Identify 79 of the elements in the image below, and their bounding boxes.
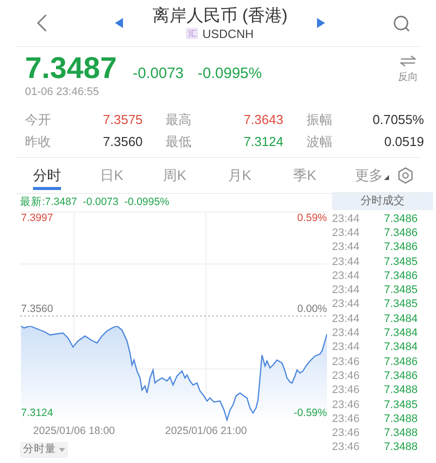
stat-value: 7.3643 <box>244 111 284 130</box>
stat-value: 0.0519 <box>384 133 424 152</box>
trade-price: 7.3486 <box>384 241 418 254</box>
trade-price: 7.3485 <box>384 298 418 312</box>
stat-label: 今开 <box>25 111 51 130</box>
price-change: -0.0073 <box>132 64 184 84</box>
chart-tab[interactable]: 季K <box>293 164 316 190</box>
chart-tab[interactable]: 周K <box>163 164 186 190</box>
axis-label: -0.59% <box>294 406 327 421</box>
swap-icon[interactable] <box>400 55 416 67</box>
trade-price: 7.3486 <box>384 226 418 240</box>
stat-label: 振幅 <box>306 111 332 130</box>
chart-tab[interactable]: 更多 <box>355 164 389 190</box>
trade-price: 7.3486 <box>384 270 418 283</box>
axis-label: 7.3560 <box>21 302 54 317</box>
axis-label: 7.3997 <box>21 211 54 226</box>
trade-time: 23:46 <box>332 412 361 426</box>
trade-time: 23:46 <box>332 356 361 369</box>
stat-value: 7.3560 <box>102 133 143 152</box>
previous-icon[interactable] <box>115 18 123 28</box>
trade-time: 23:44 <box>332 241 361 254</box>
trade-price: 7.3486 <box>384 370 418 383</box>
axis-label: 7.3124 <box>21 406 54 421</box>
trade-price: 7.3486 <box>384 356 418 369</box>
trade-price: 7.3484 <box>384 312 418 326</box>
next-icon[interactable] <box>317 18 325 28</box>
trade-time: 23:46 <box>332 427 361 440</box>
currency-tag: 汇 <box>186 28 198 39</box>
trade-price: 7.3488 <box>384 412 418 426</box>
latest-quote-line: 最新:7.3487 -0.0073 -0.0995% <box>20 195 170 210</box>
trade-price: 7.3485 <box>384 398 418 412</box>
chart-tab[interactable]: 月K <box>228 164 252 190</box>
chart-tab[interactable]: 分时 <box>33 164 61 190</box>
trade-price: 7.3488 <box>384 427 418 440</box>
dropdown-icon <box>59 448 65 452</box>
trade-time: 23:46 <box>332 384 361 398</box>
stat-label: 最高 <box>166 111 192 130</box>
time-axis-label: 2025/01/06 21:00 <box>165 424 247 439</box>
search-icon[interactable] <box>393 14 410 32</box>
stat-label: 最低 <box>166 133 192 152</box>
trade-time: 23:46 <box>332 370 361 383</box>
trade-time: 23:44 <box>332 341 361 354</box>
trade-time: 23:44 <box>332 212 361 226</box>
stat-value: 7.3124 <box>244 133 284 152</box>
trade-time: 23:46 <box>332 441 361 454</box>
stat-value: 7.3575 <box>102 111 143 130</box>
quote-time: 01-06 23:46:55 <box>25 85 100 99</box>
page-title: 离岸人民币 (香港) <box>152 6 288 26</box>
trades-header: 分时成交 <box>332 192 433 210</box>
settings-icon[interactable] <box>397 167 414 184</box>
stat-label: 昨收 <box>25 133 51 152</box>
back-icon[interactable] <box>36 13 48 33</box>
volume-dropdown[interactable]: 分时量 <box>20 442 68 458</box>
stat-value: 0.7055% <box>372 111 424 130</box>
trade-price: 7.3488 <box>384 384 418 398</box>
chart-tab[interactable]: 日K <box>100 164 124 190</box>
trade-time: 23:44 <box>332 312 361 326</box>
reverse-label[interactable]: 反向 <box>398 70 418 85</box>
trade-time: 23:44 <box>332 226 361 240</box>
axis-label: 0.59% <box>297 211 327 226</box>
trade-time: 23:44 <box>332 298 361 312</box>
trade-time: 23:44 <box>332 256 361 269</box>
trade-price: 7.3485 <box>384 284 418 298</box>
percent-change: -0.0995% <box>198 64 262 84</box>
axis-label: 0.00% <box>297 302 327 317</box>
time-axis-label: 2025/01/06 18:00 <box>33 424 115 439</box>
stat-label: 波幅 <box>306 133 332 152</box>
trade-time: 23:44 <box>332 284 361 298</box>
trade-time: 23:44 <box>332 327 361 340</box>
trade-price: 7.3488 <box>384 441 418 454</box>
corner-icon <box>384 175 389 180</box>
symbol-text: USDCNH <box>202 26 254 40</box>
trade-price: 7.3484 <box>384 341 418 354</box>
trade-price: 7.3484 <box>384 327 418 340</box>
current-price: 7.3487 <box>25 51 117 87</box>
trade-time: 23:46 <box>332 398 361 412</box>
trade-price: 7.3485 <box>384 256 418 269</box>
trade-time: 23:44 <box>332 270 361 283</box>
trade-price: 7.3486 <box>384 212 418 226</box>
